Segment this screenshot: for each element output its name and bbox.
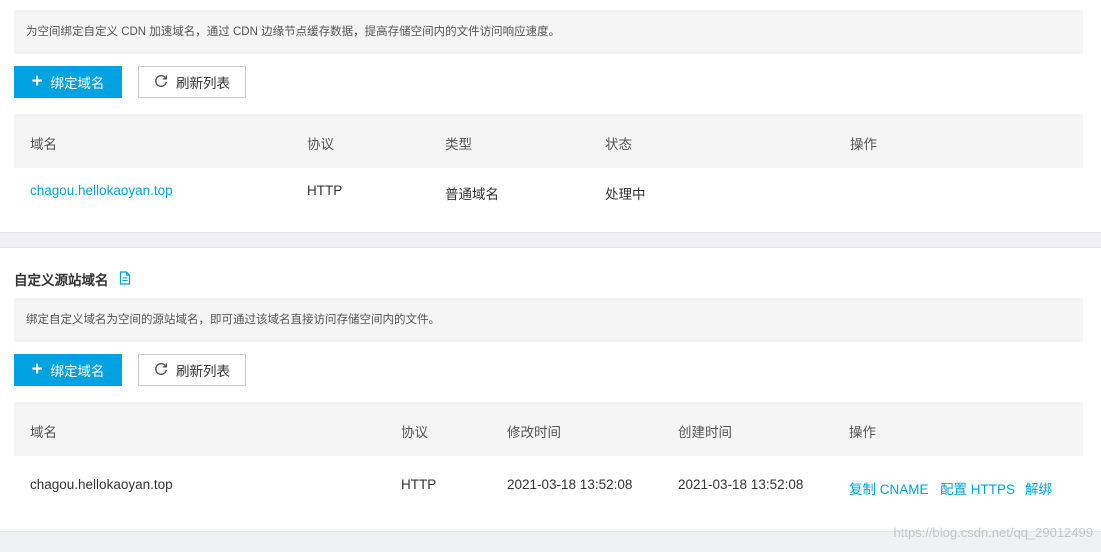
cdn-bind-domain-button[interactable]: + 绑定域名 bbox=[14, 66, 122, 98]
document-icon[interactable] bbox=[119, 270, 131, 288]
plus-icon: + bbox=[31, 70, 43, 92]
col-status: 状态 bbox=[605, 137, 632, 152]
source-bind-domain-label: 绑定域名 bbox=[50, 364, 105, 379]
source-row-domain: chagou.hellokaoyan.top bbox=[30, 477, 173, 492]
cdn-refresh-list-label: 刷新列表 bbox=[176, 76, 230, 91]
cdn-bind-domain-label: 绑定域名 bbox=[50, 76, 105, 91]
source-refresh-list-button[interactable]: 刷新列表 bbox=[138, 354, 246, 386]
copy-cname-link[interactable]: 复制 CNAME bbox=[849, 478, 929, 498]
plus-icon: + bbox=[31, 358, 43, 380]
refresh-icon bbox=[154, 74, 168, 91]
col-actions: 操作 bbox=[850, 137, 877, 152]
source-domain-card: 自定义源站域名 绑定自定义域名为空间的源站域名，即可通过该域名直接访问存储空间内… bbox=[0, 247, 1101, 532]
source-row-created: 2021-03-18 13:52:08 bbox=[678, 477, 804, 492]
cdn-table-header: 域名 协议 类型 状态 操作 bbox=[14, 114, 1083, 168]
source-table-header: 域名 协议 修改时间 创建时间 操作 bbox=[14, 402, 1083, 456]
watermark: https://blog.csdn.net/qq_29012499 bbox=[893, 525, 1094, 540]
source-domain-title-text: 自定义源站域名 bbox=[14, 273, 109, 288]
col-domain: 域名 bbox=[30, 425, 57, 440]
configure-https-link[interactable]: 配置 HTTPS bbox=[940, 478, 1015, 498]
source-row-modified: 2021-03-18 13:52:08 bbox=[507, 477, 633, 492]
source-row-protocol: HTTP bbox=[401, 477, 437, 492]
col-protocol: 协议 bbox=[401, 425, 428, 440]
col-actions: 操作 bbox=[849, 425, 876, 440]
col-domain: 域名 bbox=[30, 137, 57, 152]
col-created-time: 创建时间 bbox=[678, 425, 732, 440]
source-domain-title: 自定义源站域名 bbox=[14, 269, 131, 289]
cdn-row-domain-link[interactable]: chagou.hellokaoyan.top bbox=[30, 183, 173, 198]
cdn-row-type: 普通域名 bbox=[445, 187, 499, 202]
unbind-link[interactable]: 解绑 bbox=[1025, 478, 1052, 498]
source-refresh-list-label: 刷新列表 bbox=[176, 364, 230, 379]
col-protocol: 协议 bbox=[307, 137, 334, 152]
col-type: 类型 bbox=[445, 137, 472, 152]
source-notice: 绑定自定义域名为空间的源站域名，即可通过该域名直接访问存储空间内的文件。 bbox=[14, 298, 1083, 342]
cdn-row-protocol: HTTP bbox=[307, 183, 343, 198]
cdn-row-status: 处理中 bbox=[605, 187, 646, 202]
source-bind-domain-button[interactable]: + 绑定域名 bbox=[14, 354, 122, 386]
cdn-domain-card: 为空间绑定自定义 CDN 加速域名，通过 CDN 边缘节点缓存数据，提高存储空间… bbox=[0, 0, 1101, 233]
refresh-icon bbox=[154, 362, 168, 379]
cdn-notice: 为空间绑定自定义 CDN 加速域名，通过 CDN 边缘节点缓存数据，提高存储空间… bbox=[14, 10, 1083, 54]
col-modified-time: 修改时间 bbox=[507, 425, 561, 440]
cdn-refresh-list-button[interactable]: 刷新列表 bbox=[138, 66, 246, 98]
